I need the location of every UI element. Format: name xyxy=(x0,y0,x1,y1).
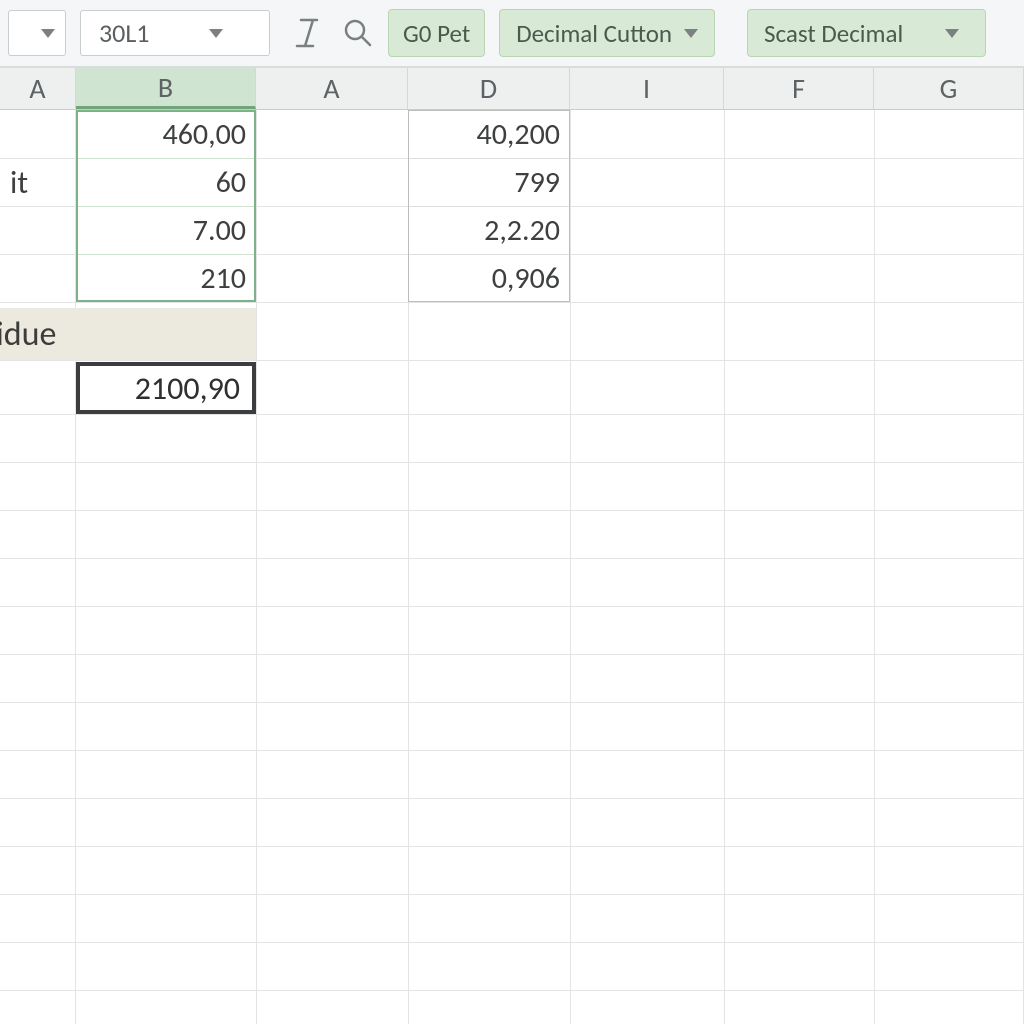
cell-a2-fragment[interactable]: it xyxy=(0,158,76,206)
cell-b3[interactable]: 7.00 xyxy=(76,206,256,254)
decimal-cutton-dropdown[interactable]: Decimal Cutton xyxy=(499,9,715,57)
column-header[interactable]: D xyxy=(408,68,570,109)
column-header[interactable]: I xyxy=(570,68,724,109)
cell-d2[interactable]: 799 xyxy=(408,158,570,206)
cell-d1[interactable]: 40,200 xyxy=(408,110,570,158)
go-pet-label: G0 Pet xyxy=(403,18,470,49)
cell-d3[interactable]: 2,2.20 xyxy=(408,206,570,254)
cell-reference-box[interactable]: 30L1 xyxy=(80,10,270,56)
cell-reference-value: 30L1 xyxy=(99,17,149,49)
decimal-cutton-label: Decimal Cutton xyxy=(516,18,672,49)
cell-b1[interactable]: 460,00 xyxy=(76,110,256,158)
chevron-down-icon xyxy=(209,29,223,38)
cell-b2[interactable]: 60 xyxy=(76,158,256,206)
go-pet-button[interactable]: G0 Pet xyxy=(388,9,485,57)
toolbar: 30L1 G0 Pet Decimal Cutton Scast Decimal xyxy=(0,0,1024,68)
chevron-down-icon xyxy=(41,29,55,38)
spreadsheet-area[interactable]: A B A D I F G xyxy=(0,68,1024,1024)
grid-body[interactable]: it 460,00 60 7.00 210 40,200 799 2,2.20 … xyxy=(0,110,1024,1024)
italic-fx-icon[interactable] xyxy=(292,17,324,49)
column-header-row: A B A D I F G xyxy=(0,68,1024,110)
scast-decimal-dropdown[interactable]: Scast Decimal xyxy=(747,9,986,57)
column-header[interactable]: G xyxy=(874,68,1024,109)
due-label-text: idue xyxy=(0,314,56,355)
column-header-selected[interactable]: B xyxy=(76,68,256,109)
column-header[interactable]: A xyxy=(256,68,408,109)
active-cell-value: 2100,90 xyxy=(135,369,240,408)
column-header[interactable]: A xyxy=(0,68,76,109)
scast-decimal-label: Scast Decimal xyxy=(764,18,903,49)
active-cell[interactable]: 2100,90 xyxy=(76,362,256,414)
due-label-cell[interactable]: idue xyxy=(0,308,256,360)
column-header[interactable]: F xyxy=(724,68,874,109)
formula-bar-tools xyxy=(292,17,374,49)
cell-d4[interactable]: 0,906 xyxy=(408,254,570,302)
chevron-down-icon xyxy=(945,29,959,38)
name-box-dropdown[interactable] xyxy=(8,10,66,56)
search-icon[interactable] xyxy=(342,17,374,49)
cell-b4[interactable]: 210 xyxy=(76,254,256,302)
chevron-down-icon xyxy=(684,29,698,38)
